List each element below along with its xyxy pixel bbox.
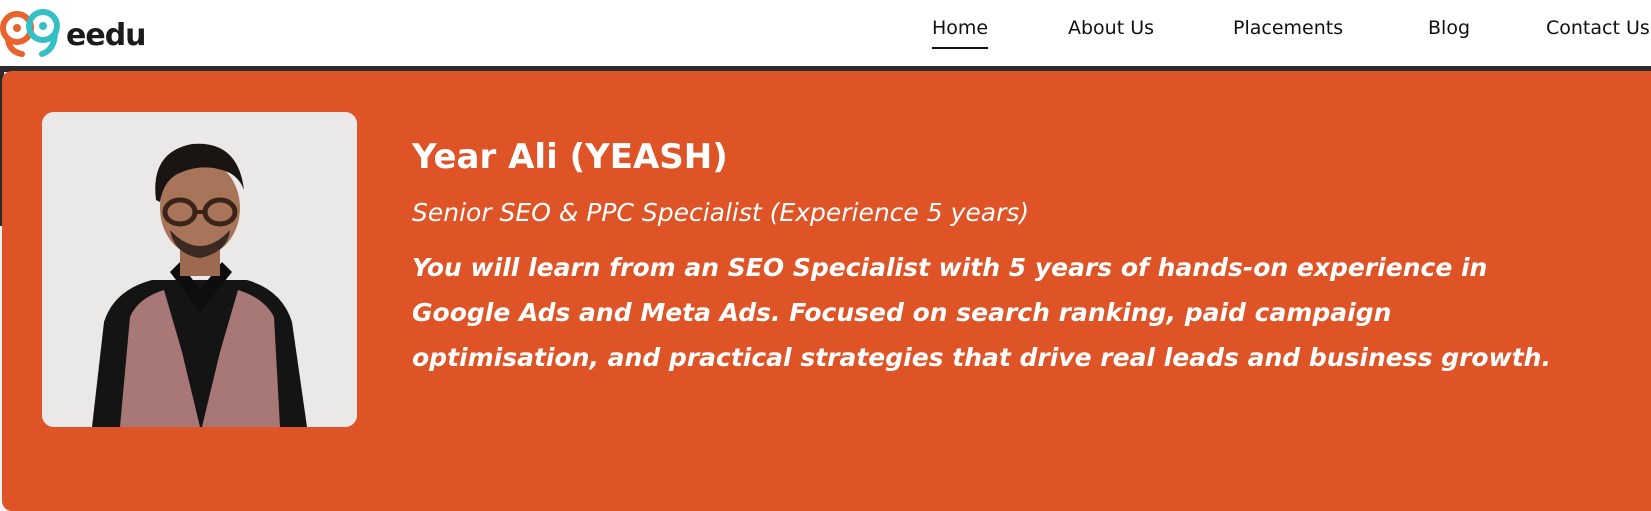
top-navbar: eedu Home About Us Placements Blog Conta… xyxy=(0,0,1651,66)
instructor-role: Senior SEO & PPC Specialist (Experience … xyxy=(412,198,1030,227)
instructor-photo xyxy=(42,112,357,427)
instructor-card: Year Ali (YEASH) Senior SEO & PPC Specia… xyxy=(2,71,1651,511)
nav-blog[interactable]: Blog xyxy=(1428,17,1470,39)
instructor-name: Year Ali (YEASH) xyxy=(412,137,728,177)
instructor-bio: You will learn from an SEO Specialist wi… xyxy=(412,253,1551,372)
nav-about-us[interactable]: About Us xyxy=(1068,17,1154,39)
nav-contact-us[interactable]: Contact Us xyxy=(1546,17,1650,39)
instructor-info: Year Ali (YEASH) Senior SEO & PPC Specia… xyxy=(412,135,1612,380)
instructor-portrait-image xyxy=(42,112,357,427)
main-nav: Home About Us Placements Blog Contact Us xyxy=(0,0,1651,66)
nav-placements[interactable]: Placements xyxy=(1233,17,1343,39)
nav-home[interactable]: Home xyxy=(932,17,989,49)
